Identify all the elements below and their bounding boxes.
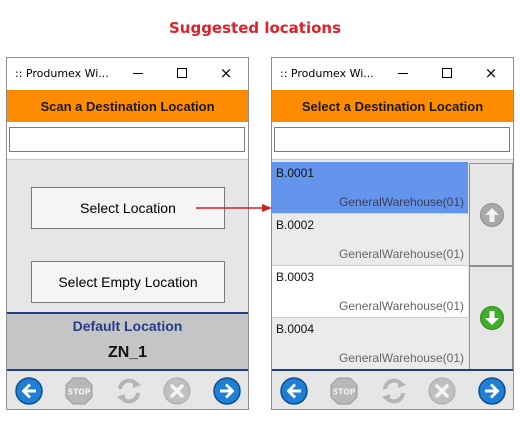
refresh-button[interactable] bbox=[379, 376, 409, 406]
button-area: Select Location Select Empty Location bbox=[7, 160, 248, 312]
location-code: B.0002 bbox=[276, 218, 315, 232]
scan-band bbox=[272, 122, 513, 160]
location-warehouse: GeneralWarehouse(01) bbox=[339, 299, 464, 313]
screen-header: Scan a Destination Location bbox=[7, 90, 248, 122]
cancel-button[interactable] bbox=[162, 376, 192, 406]
bottom-toolbar: STOP bbox=[7, 369, 248, 409]
stop-label: STOP bbox=[68, 388, 91, 397]
connector-arrow bbox=[196, 204, 272, 212]
scroll-up-icon bbox=[479, 202, 505, 228]
scan-input[interactable] bbox=[274, 127, 510, 152]
window-title: :: Produmex Wi... bbox=[15, 67, 109, 80]
scroll-down-button[interactable] bbox=[469, 266, 513, 370]
location-code: B.0003 bbox=[276, 270, 315, 284]
close-icon: × bbox=[219, 64, 233, 82]
forward-arrow-icon bbox=[213, 377, 241, 405]
back-arrow-icon bbox=[280, 377, 308, 405]
scroll-down-icon bbox=[479, 305, 505, 331]
cancel-icon bbox=[428, 377, 456, 405]
screen-header: Select a Destination Location bbox=[272, 90, 513, 122]
title-bar: :: Produmex Wi... × bbox=[7, 58, 248, 90]
back-arrow-icon bbox=[15, 377, 43, 405]
refresh-icon bbox=[117, 378, 141, 404]
cancel-icon bbox=[163, 377, 191, 405]
location-warehouse: GeneralWarehouse(01) bbox=[339, 247, 464, 261]
maximize-button[interactable] bbox=[160, 58, 204, 90]
scan-input[interactable] bbox=[9, 127, 245, 152]
refresh-icon bbox=[382, 378, 406, 404]
title-bar: :: Produmex Wi... × bbox=[272, 58, 513, 90]
left-window: :: Produmex Wi... × Scan a Destination L… bbox=[6, 57, 249, 410]
location-row[interactable]: B.0001 GeneralWarehouse(01) bbox=[272, 162, 468, 214]
location-row[interactable]: B.0003 GeneralWarehouse(01) bbox=[272, 266, 468, 318]
select-empty-location-button[interactable]: Select Empty Location bbox=[31, 261, 225, 303]
back-button[interactable] bbox=[279, 376, 309, 406]
forward-button[interactable] bbox=[477, 376, 507, 406]
maximize-button[interactable] bbox=[425, 58, 469, 90]
default-location-panel: Default Location ZN_1 bbox=[7, 312, 248, 370]
minimize-icon bbox=[133, 73, 143, 74]
close-icon: × bbox=[484, 64, 498, 82]
stop-button[interactable]: STOP bbox=[329, 376, 359, 406]
caption-title: Suggested locations bbox=[168, 19, 342, 37]
location-row[interactable]: B.0002 GeneralWarehouse(01) bbox=[272, 214, 468, 266]
scroll-up-button[interactable] bbox=[469, 163, 513, 266]
minimize-icon bbox=[398, 73, 408, 74]
cancel-button[interactable] bbox=[427, 376, 457, 406]
right-window: :: Produmex Wi... × Select a Destination… bbox=[271, 57, 514, 410]
default-location-label: Default Location bbox=[72, 318, 183, 334]
close-button[interactable]: × bbox=[204, 58, 248, 90]
bottom-toolbar: STOP bbox=[272, 369, 513, 409]
maximize-icon bbox=[177, 68, 187, 78]
location-code: B.0004 bbox=[276, 322, 315, 336]
stop-icon: STOP bbox=[330, 377, 358, 405]
forward-button[interactable] bbox=[212, 376, 242, 406]
minimize-button[interactable] bbox=[381, 58, 425, 90]
refresh-button[interactable] bbox=[114, 376, 144, 406]
scan-band bbox=[7, 122, 248, 160]
stop-button[interactable]: STOP bbox=[64, 376, 94, 406]
location-warehouse: GeneralWarehouse(01) bbox=[339, 351, 464, 365]
minimize-button[interactable] bbox=[116, 58, 160, 90]
stop-label: STOP bbox=[333, 388, 356, 397]
location-code: B.0001 bbox=[276, 166, 315, 180]
location-warehouse: GeneralWarehouse(01) bbox=[339, 195, 464, 209]
location-row[interactable]: B.0004 GeneralWarehouse(01) bbox=[272, 318, 468, 370]
forward-arrow-icon bbox=[478, 377, 506, 405]
maximize-icon bbox=[442, 68, 452, 78]
back-button[interactable] bbox=[14, 376, 44, 406]
stop-icon: STOP bbox=[65, 377, 93, 405]
location-list: B.0001 GeneralWarehouse(01) B.0002 Gener… bbox=[272, 162, 468, 370]
window-title: :: Produmex Wi... bbox=[280, 67, 374, 80]
default-location-value: ZN_1 bbox=[107, 344, 148, 361]
close-button[interactable]: × bbox=[469, 58, 513, 90]
